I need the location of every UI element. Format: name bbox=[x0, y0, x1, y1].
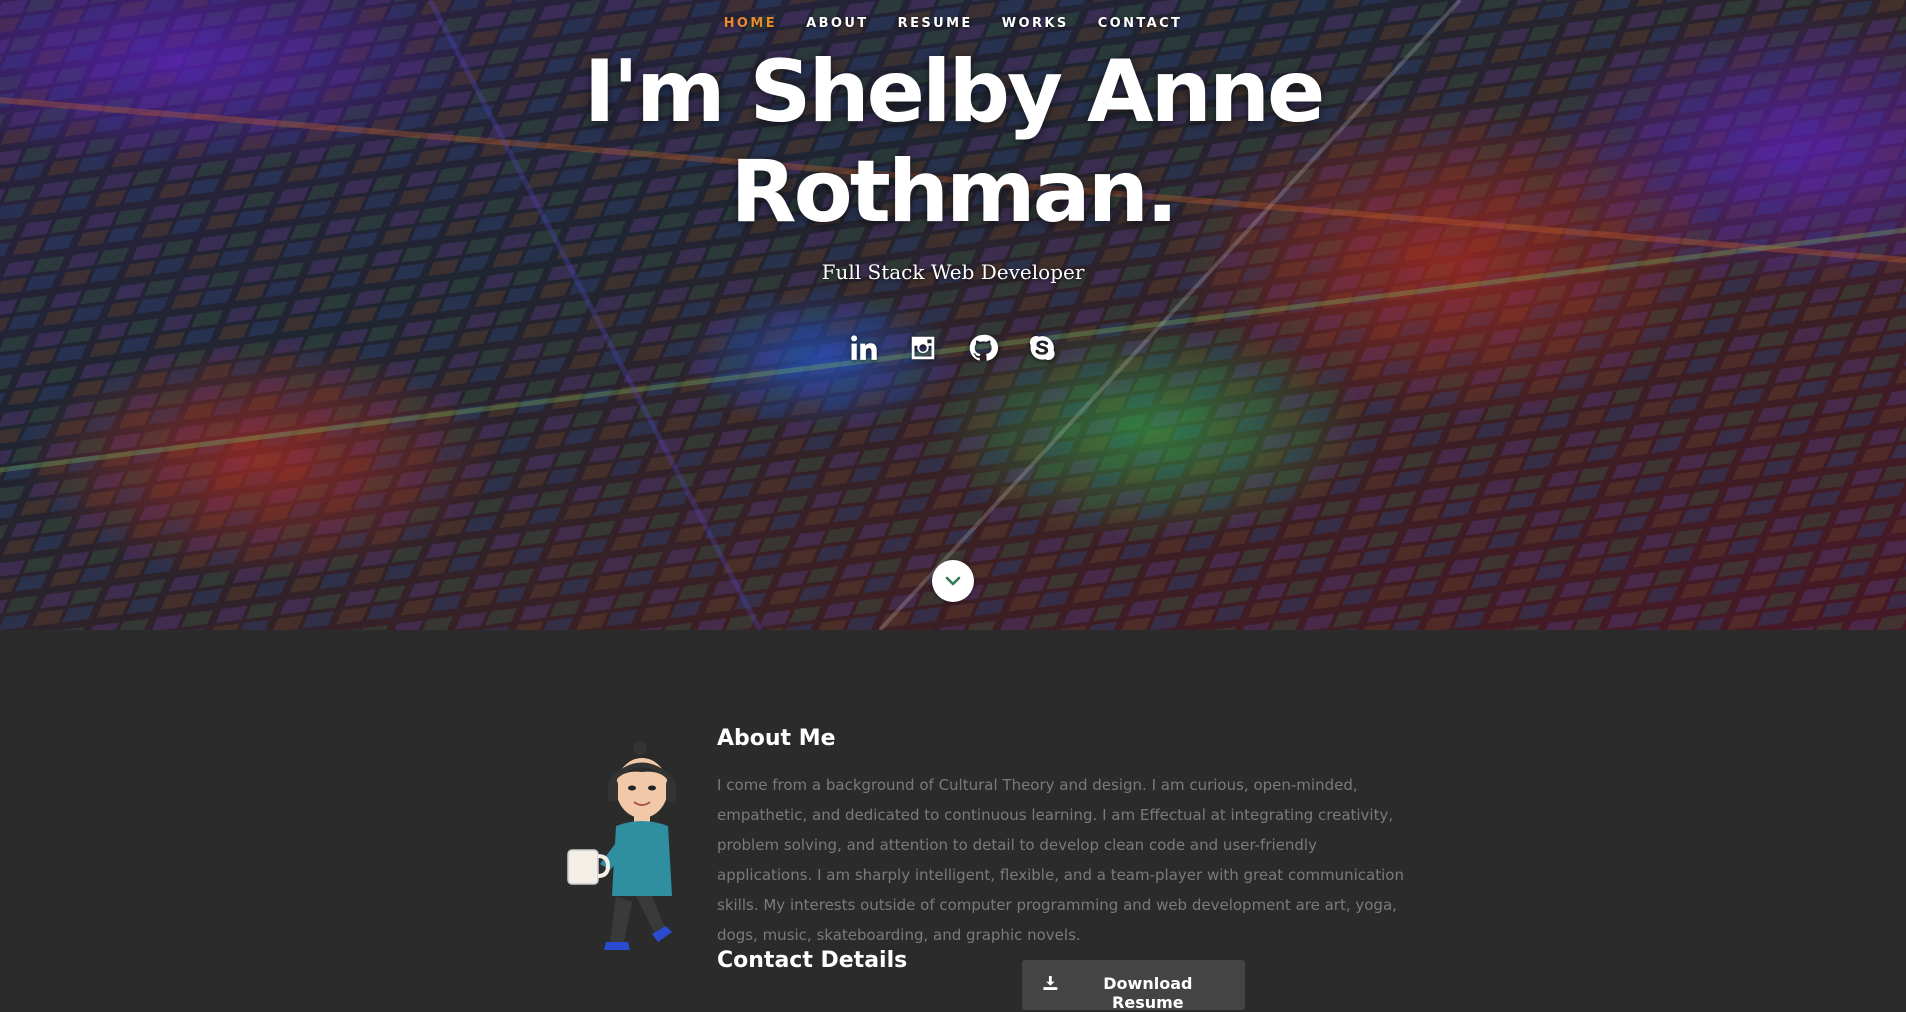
chevron-down-icon bbox=[945, 576, 961, 586]
main-nav: HOME ABOUT RESUME WORKS CONTACT bbox=[0, 12, 1906, 31]
download-resume-label: Download Resume bbox=[1103, 974, 1193, 1012]
profile-avatar bbox=[567, 741, 676, 950]
nav-item-resume[interactable]: RESUME bbox=[898, 16, 973, 31]
nav-item-works[interactable]: WORKS bbox=[1002, 16, 1069, 31]
nav-item-home[interactable]: HOME bbox=[724, 16, 777, 31]
about-text: I come from a background of Cultural The… bbox=[717, 776, 1404, 944]
github-icon[interactable] bbox=[968, 333, 998, 363]
linkedin-icon[interactable] bbox=[849, 333, 879, 363]
nav-item-about[interactable]: ABOUT bbox=[806, 16, 868, 31]
nav-item-contact[interactable]: CONTACT bbox=[1098, 16, 1183, 31]
hero-title: I'm Shelby Anne Rothman. bbox=[0, 42, 1906, 242]
contact-details-title: Contact Details bbox=[717, 948, 908, 973]
social-links bbox=[0, 333, 1906, 363]
about-title: About Me bbox=[717, 726, 836, 751]
hero-title-line-2: Rothman. bbox=[730, 142, 1178, 242]
download-icon bbox=[1043, 976, 1058, 990]
download-resume-button[interactable]: Download Resume bbox=[1022, 960, 1245, 1012]
hero-subtitle: Full Stack Web Developer bbox=[821, 260, 1085, 284]
hero-title-line-1: I'm Shelby Anne bbox=[583, 42, 1326, 142]
instagram-icon[interactable] bbox=[908, 333, 938, 363]
hero-section: HOME ABOUT RESUME WORKS CONTACT I'm Shel… bbox=[0, 0, 1906, 630]
scroll-down-button[interactable] bbox=[932, 560, 974, 602]
skype-icon[interactable] bbox=[1027, 333, 1057, 363]
about-section: About Me I come from a background of Cul… bbox=[0, 630, 1906, 1012]
